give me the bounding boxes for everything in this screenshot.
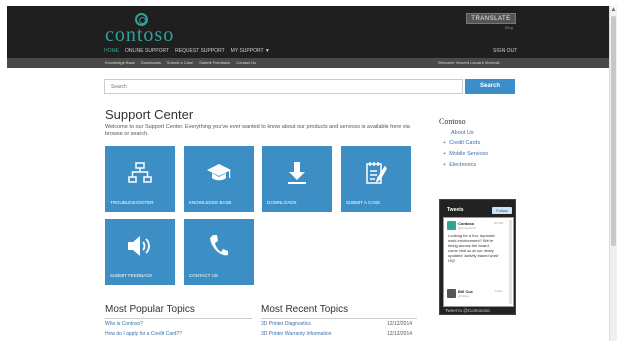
nav-request-support[interactable]: REQUEST SUPPORT [175,48,225,54]
subnav-submit-feedback[interactable]: Submit Feedback [199,60,230,65]
browser-page: contoso TRANSLATE Bing HOME ONLINE SUPPO… [7,6,609,341]
page-title: Support Center [105,107,194,122]
scroll-up-icon[interactable]: ▲ [610,6,617,14]
sidebar-item-mobile-services[interactable]: + Mobile Services [443,151,488,157]
recent-topic-date: 12/12/2014 [387,321,413,327]
follow-button[interactable]: Follow [492,207,512,214]
intro-text: Welcome to our Support Center. Everythin… [105,124,410,137]
sidebar-item-credit-cards[interactable]: + Credit Cards [443,140,480,146]
graduation-cap-icon [184,160,254,186]
recent-topic-link[interactable]: 3D Printer Warranty Information [261,331,331,337]
expand-plus-icon[interactable]: + [443,140,446,146]
recent-divider [261,318,417,319]
expand-plus-icon[interactable]: + [443,151,446,157]
tweets-timeline[interactable]: Contoso 20 Feb @Contosoinc Looking for a… [443,217,514,307]
popular-topic-link[interactable]: Who is Contoso? [105,321,143,327]
sidebar-item-label: Mobile Services [449,151,489,157]
sidebar-item-label: Electronics [449,162,477,168]
popular-topic-link[interactable]: How do I apply for a Credit Card?? [105,331,182,337]
site-header: contoso TRANSLATE Bing HOME ONLINE SUPPO… [7,6,609,58]
translate-button[interactable]: TRANSLATE [466,13,516,24]
subnav-contact-us[interactable]: Contact Us [236,60,256,65]
welcome-user[interactable]: Welcome Vincent Laurant VincentL [438,60,500,65]
tile-label: SUBMIT FEEDBACK [110,273,153,278]
tweets-title: Tweets [447,207,464,213]
scrollbar-thumb[interactable] [611,16,616,246]
nav-home[interactable]: HOME [104,48,119,54]
avatar[interactable] [447,221,456,230]
search-button[interactable]: Search [465,79,515,94]
recent-topic-link[interactable]: 3D Printer Diagnostics [261,321,311,327]
popular-divider [105,318,252,319]
site-logo[interactable]: contoso [105,24,174,47]
sign-out-link[interactable]: SIGN OUT [493,48,517,54]
subnav-submit-case[interactable]: Submit a Case [167,60,193,65]
tweets-scrollbar[interactable] [509,220,512,304]
tile-submit-case[interactable]: SUBMIT A CASE [341,146,411,212]
tile-troubleshooter[interactable]: TROUBLESHOOTER [105,146,175,212]
tweet-date[interactable]: 20 Feb [494,221,503,225]
avatar[interactable] [447,289,456,298]
sitemap-icon [105,160,175,186]
tweet-to-link[interactable]: Tweet to @Contosoinc [445,308,490,313]
search-input[interactable] [104,79,463,94]
expand-plus-icon[interactable]: + [443,162,446,168]
tweet-handle[interactable]: @billcox [458,294,469,298]
tile-downloads[interactable]: DOWNLOADS [262,146,332,212]
tile-label: SUBMIT A CASE [346,200,381,205]
sub-nav: Knowledge Base Downloads Submit a Case S… [7,58,609,68]
nav-online-support[interactable]: ONLINE SUPPORT [125,48,169,54]
download-icon [262,160,332,186]
tile-submit-feedback[interactable]: SUBMIT FEEDBACK [105,219,175,285]
phone-icon [184,233,254,259]
bing-label: Bing [505,25,514,30]
tile-label: TROUBLESHOOTER [110,200,154,205]
notepad-icon [341,160,411,186]
tile-label: CONTACT US [189,273,218,278]
recent-topic-date: 12/12/2014 [387,331,413,337]
tweet-text: Looking for a fun, dynamic work environm… [448,233,499,263]
sidebar-item-label: Credit Cards [449,140,481,146]
subnav-downloads[interactable]: Downloads [141,60,161,65]
sidebar-title: Contoso [439,117,466,126]
tweet-date[interactable]: 6 Nov [495,289,503,293]
tile-label: DOWNLOADS [267,200,297,205]
tile-knowledge-base[interactable]: KNOWLEDGE BASE [184,146,254,212]
subnav-knowledge-base[interactable]: Knowledge Base [105,60,135,65]
speaker-icon [105,233,175,259]
sidebar-item-electronics[interactable]: + Electronics [443,162,476,168]
tile-label: KNOWLEDGE BASE [189,200,232,205]
tile-contact-us[interactable]: CONTACT US [184,219,254,285]
tweets-widget: Tweets Follow Contoso 20 Feb @Contosoinc… [439,199,516,315]
sidebar-about-us[interactable]: About Us [451,130,474,136]
tweet-handle[interactable]: @Contosoinc [458,226,476,230]
main-nav: HOME ONLINE SUPPORT REQUEST SUPPORT MY S… [104,48,270,54]
recent-topics-title: Most Recent Topics [261,304,349,315]
page-scrollbar[interactable]: ▲ [609,6,617,341]
nav-my-support[interactable]: MY SUPPORT ▼ [231,48,270,54]
popular-topics-title: Most Popular Topics [105,304,195,315]
